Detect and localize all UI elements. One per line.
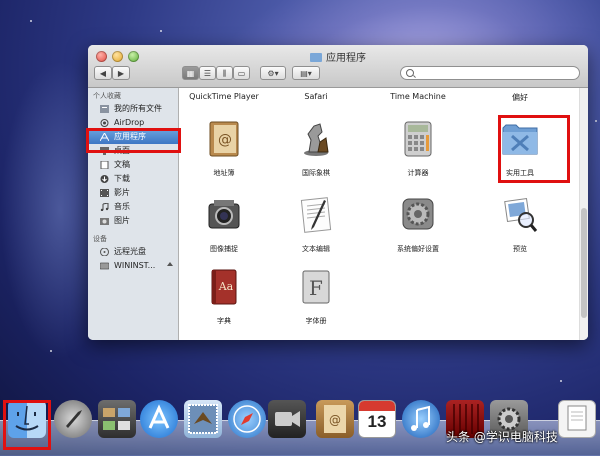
forward-button[interactable]: ▶	[112, 66, 130, 80]
annotation-box-applications	[86, 128, 181, 153]
downloads-icon	[100, 175, 109, 183]
music-icon	[100, 203, 109, 211]
icon-view-button[interactable]: ▦	[182, 66, 199, 80]
app-label-safari[interactable]: Safari	[271, 92, 361, 101]
action-menu-button[interactable]: ⚙▾	[260, 66, 286, 80]
svg-text:F: F	[309, 276, 323, 300]
star	[595, 120, 597, 122]
app-label-preferences[interactable]: 偏好	[475, 92, 565, 103]
list-view-button[interactable]: ☰	[199, 66, 216, 80]
svg-text:@: @	[218, 132, 232, 148]
textedit-icon	[300, 197, 332, 233]
calendar-header	[359, 401, 395, 411]
folder-icon	[310, 53, 322, 62]
arrange-menu-button[interactable]: ▤▾	[292, 66, 320, 80]
safari-icon[interactable]	[228, 400, 266, 438]
sidebar: 个人收藏 我的所有文件 AirDrop 应用程序 桌面 文稿 下载 影片 音乐 …	[88, 88, 179, 340]
svg-text:@: @	[329, 413, 341, 427]
finder-window: 应用程序 ◀ ▶ ▦ ☰ ⫼ ▭ ⚙▾ ▤▾ 个人收藏 我的所有文件 AirDr…	[88, 45, 588, 340]
window-title: 应用程序	[88, 49, 588, 64]
eject-icon[interactable]	[167, 262, 173, 266]
rocket-icon	[66, 410, 82, 428]
scrollbar[interactable]	[579, 88, 588, 340]
preview-icon	[504, 198, 538, 232]
calculator-icon	[404, 121, 432, 157]
back-button[interactable]: ◀	[94, 66, 112, 80]
sidebar-section-favorites: 个人收藏	[93, 92, 121, 100]
star	[160, 30, 162, 32]
app-store-a-icon	[148, 404, 170, 429]
movies-icon	[100, 189, 109, 197]
sidebar-item-wininst[interactable]: WININST...	[88, 259, 178, 273]
sidebar-item-music[interactable]: 音乐	[88, 200, 178, 214]
search-input[interactable]	[415, 67, 579, 81]
chess-icon	[304, 123, 329, 156]
pictures-icon	[100, 218, 109, 225]
remote-disc-icon	[100, 248, 109, 256]
column-view-button[interactable]: ⫼	[216, 66, 233, 80]
music-note-icon	[411, 405, 430, 431]
document-icon	[567, 405, 587, 431]
title-bar[interactable]: 应用程序 ◀ ▶ ▦ ☰ ⫼ ▭ ⚙▾ ▤▾	[88, 45, 588, 88]
sidebar-section-devices: 设备	[93, 235, 107, 243]
eagle-stamp-icon	[188, 404, 218, 434]
mission-control-icon[interactable]	[98, 400, 136, 438]
scrollbar-thumb[interactable]	[581, 208, 587, 318]
dictionary-icon: Aa	[211, 269, 237, 305]
star	[560, 380, 562, 382]
app-store-icon[interactable]	[140, 400, 178, 438]
calendar-icon[interactable]: 13	[358, 400, 396, 438]
launchpad-icon[interactable]	[54, 400, 92, 438]
sidebar-item-downloads[interactable]: 下载	[88, 172, 178, 186]
mail-icon[interactable]	[184, 400, 222, 438]
annotation-box-finder	[3, 400, 51, 450]
font-book-icon: F	[302, 270, 330, 304]
compass-icon	[233, 405, 261, 433]
calendar-day: 13	[367, 412, 387, 431]
search-field[interactable]	[400, 66, 580, 81]
coverflow-view-button[interactable]: ▭	[233, 66, 250, 80]
documents-stack-icon[interactable]	[558, 400, 596, 438]
itunes-icon[interactable]	[402, 400, 440, 438]
annotation-box-utilities	[498, 115, 570, 183]
sidebar-item-all-files[interactable]: 我的所有文件	[88, 102, 178, 116]
app-label-quicktime[interactable]: QuickTime Player	[179, 92, 269, 101]
search-icon	[406, 69, 414, 77]
sidebar-item-remote-disc[interactable]: 远程光盘	[88, 245, 178, 259]
contacts-icon[interactable]: @	[316, 400, 354, 438]
all-files-icon	[100, 105, 109, 113]
system-preferences-icon	[402, 198, 434, 230]
drive-icon	[100, 262, 109, 270]
image-capture-icon	[208, 200, 240, 229]
windows-grid-icon	[103, 408, 130, 430]
sidebar-item-movies[interactable]: 影片	[88, 186, 178, 200]
documents-icon	[100, 161, 109, 169]
watermark: 头条 @学识电脑科技	[446, 430, 558, 444]
sidebar-item-pictures[interactable]: 图片	[88, 214, 178, 228]
airdrop-icon	[100, 119, 109, 127]
address-book-dock-icon: @	[324, 405, 346, 433]
facetime-icon[interactable]	[268, 400, 306, 438]
video-camera-icon	[275, 411, 300, 427]
svg-text:Aa: Aa	[218, 280, 234, 293]
address-book-icon: @	[209, 121, 239, 157]
star	[30, 20, 32, 22]
star	[50, 350, 52, 352]
sidebar-item-documents[interactable]: 文稿	[88, 158, 178, 172]
app-label-time-machine[interactable]: Time Machine	[373, 92, 463, 101]
